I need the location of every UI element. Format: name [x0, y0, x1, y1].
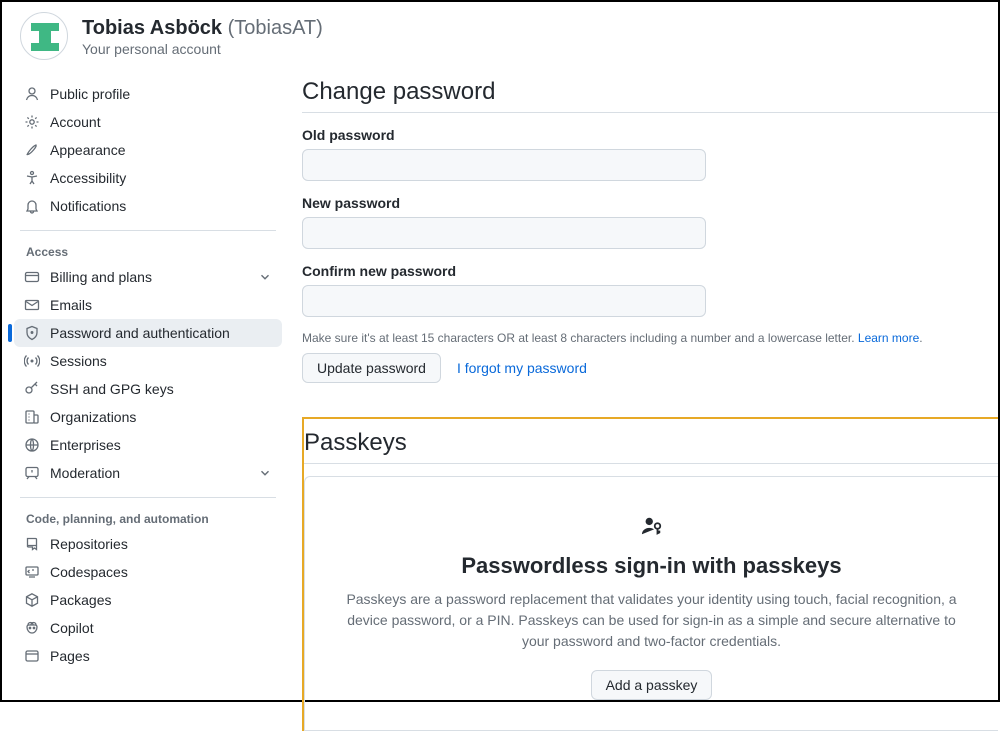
- sidebar-item-billing-and-plans[interactable]: Billing and plans: [14, 263, 282, 291]
- credit-icon: [24, 269, 40, 285]
- account-subtitle: Your personal account: [82, 41, 323, 57]
- add-passkey-button[interactable]: Add a passkey: [591, 670, 713, 700]
- account-title: Tobias Asböck (TobiasAT): [82, 15, 323, 41]
- passkey-icon: [345, 515, 958, 543]
- sidebar-item-accessibility[interactable]: Accessibility: [14, 164, 282, 192]
- sidebar-item-codespaces[interactable]: Codespaces: [14, 558, 282, 586]
- sidebar-item-label: Enterprises: [50, 437, 272, 453]
- sidebar-item-label: Emails: [50, 297, 272, 313]
- passkeys-section: Passkeys Passwordless sign-in with passk…: [302, 417, 998, 731]
- report-icon: [24, 465, 40, 481]
- confirm-password-input[interactable]: [302, 285, 706, 317]
- new-password-label: New password: [302, 195, 998, 211]
- section-title-change-password: Change password: [302, 78, 998, 113]
- sidebar-item-label: Appearance: [50, 142, 272, 158]
- old-password-input[interactable]: [302, 149, 706, 181]
- passkeys-description: Passkeys are a password replacement that…: [345, 589, 958, 652]
- sidebar-item-label: Codespaces: [50, 564, 272, 580]
- sidebar-item-label: Accessibility: [50, 170, 272, 186]
- sidebar-item-notifications[interactable]: Notifications: [14, 192, 282, 220]
- copilot-icon: [24, 620, 40, 636]
- sidebar-item-appearance[interactable]: Appearance: [14, 136, 282, 164]
- group-label-code: Code, planning, and automation: [14, 506, 282, 530]
- mail-icon: [24, 297, 40, 313]
- section-title-passkeys: Passkeys: [304, 429, 998, 464]
- old-password-label: Old password: [302, 127, 998, 143]
- org-icon: [24, 409, 40, 425]
- sidebar-item-account[interactable]: Account: [14, 108, 282, 136]
- sidebar-item-label: Password and authentication: [50, 325, 272, 341]
- sidebar-item-label: Packages: [50, 592, 272, 608]
- person-icon: [24, 86, 40, 102]
- sidebar-item-emails[interactable]: Emails: [14, 291, 282, 319]
- sidebar-item-pages[interactable]: Pages: [14, 642, 282, 670]
- password-hint: Make sure it's at least 15 characters OR…: [302, 331, 998, 345]
- update-password-button[interactable]: Update password: [302, 353, 441, 383]
- settings-sidebar: Public profile Account Appearance Accessibi…: [2, 74, 290, 670]
- passkeys-heading: Passwordless sign-in with passkeys: [345, 553, 958, 579]
- sidebar-item-label: Sessions: [50, 353, 272, 369]
- sidebar-item-organizations[interactable]: Organizations: [14, 403, 282, 431]
- avatar[interactable]: [20, 12, 68, 60]
- sidebar-item-packages[interactable]: Packages: [14, 586, 282, 614]
- sidebar-item-label: Pages: [50, 648, 272, 664]
- shield-icon: [24, 325, 40, 341]
- sidebar-item-public-profile[interactable]: Public profile: [14, 80, 282, 108]
- sidebar-item-label: Account: [50, 114, 272, 130]
- sidebar-item-ssh-and-gpg-keys[interactable]: SSH and GPG keys: [14, 375, 282, 403]
- display-name: Tobias Asböck: [82, 17, 222, 39]
- bell-icon: [24, 198, 40, 214]
- learn-more-link[interactable]: Learn more: [858, 331, 919, 345]
- sidebar-item-password-and-authentication[interactable]: Password and authentication: [14, 319, 282, 347]
- group-label-access: Access: [14, 239, 282, 263]
- sidebar-item-label: Moderation: [50, 465, 258, 481]
- forgot-password-link[interactable]: I forgot my password: [457, 360, 587, 376]
- sidebar-item-label: Organizations: [50, 409, 272, 425]
- sidebar-item-repositories[interactable]: Repositories: [14, 530, 282, 558]
- broadcast-icon: [24, 353, 40, 369]
- sidebar-item-label: Copilot: [50, 620, 272, 636]
- package-icon: [24, 592, 40, 608]
- codespace-icon: [24, 564, 40, 580]
- chevron-down-icon: [258, 270, 272, 284]
- gear-icon: [24, 114, 40, 130]
- browser-icon: [24, 648, 40, 664]
- sidebar-item-moderation[interactable]: Moderation: [14, 459, 282, 487]
- chevron-down-icon: [258, 466, 272, 480]
- sidebar-item-label: Notifications: [50, 198, 272, 214]
- username: TobiasAT: [234, 17, 316, 39]
- confirm-password-label: Confirm new password: [302, 263, 998, 279]
- sidebar-item-sessions[interactable]: Sessions: [14, 347, 282, 375]
- sidebar-item-label: Repositories: [50, 536, 272, 552]
- new-password-input[interactable]: [302, 217, 706, 249]
- a11y-icon: [24, 170, 40, 186]
- key-icon: [24, 381, 40, 397]
- main-content: Change password Old password New passwor…: [290, 74, 998, 731]
- repo-icon: [24, 536, 40, 552]
- divider: [20, 497, 276, 498]
- globe-icon: [24, 437, 40, 453]
- sidebar-item-label: Billing and plans: [50, 269, 258, 285]
- sidebar-item-label: Public profile: [50, 86, 272, 102]
- account-header: Tobias Asböck (TobiasAT) Your personal a…: [2, 2, 998, 74]
- sidebar-item-enterprises[interactable]: Enterprises: [14, 431, 282, 459]
- sidebar-item-copilot[interactable]: Copilot: [14, 614, 282, 642]
- divider: [20, 230, 276, 231]
- sidebar-item-label: SSH and GPG keys: [50, 381, 272, 397]
- passkeys-blankslate: Passwordless sign-in with passkeys Passk…: [304, 476, 998, 731]
- brush-icon: [24, 142, 40, 158]
